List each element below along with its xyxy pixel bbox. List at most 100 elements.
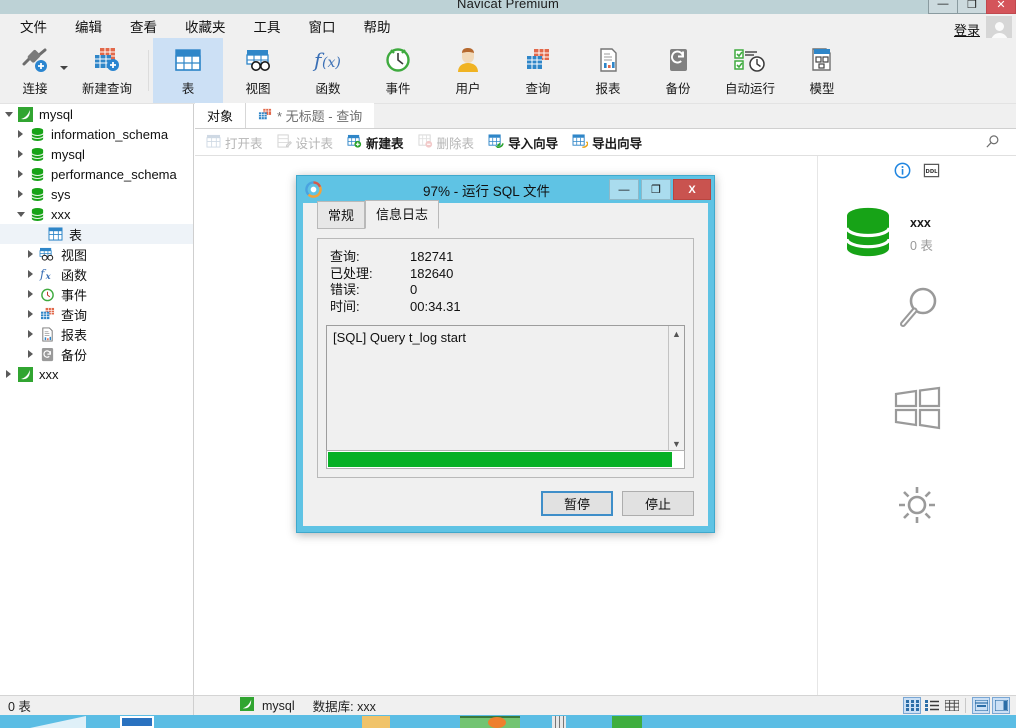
tree-item-xxx-db[interactable]: xxx (0, 204, 193, 224)
taskbar-item-pipes[interactable] (552, 716, 566, 728)
taskbar-item-app1[interactable] (120, 716, 154, 728)
info-icon[interactable] (894, 162, 911, 184)
toolbar-query[interactable]: 查询 (503, 38, 573, 103)
statusbar-connection-info: mysql 数据库: xxx (194, 696, 901, 716)
taskbar-item-app3[interactable] (612, 716, 642, 728)
toolbar-view[interactable]: 视图 (223, 38, 293, 103)
connection-tree[interactable]: mysql information_schema mysql performan… (0, 104, 194, 695)
tree-item-reports[interactable]: 报表 (0, 324, 193, 344)
dialog-tab-general[interactable]: 常规 (317, 201, 366, 229)
taskbar-item-app2[interactable] (362, 716, 390, 728)
search-charm-icon[interactable] (890, 282, 944, 341)
toolbar-connection[interactable]: 连接 (0, 38, 70, 103)
window-minimize-button[interactable]: — (928, 0, 958, 14)
toolbar-user[interactable]: 用户 (433, 38, 503, 103)
twisty-right-icon[interactable] (24, 330, 37, 338)
dialog-close-button[interactable]: X (673, 179, 711, 200)
os-taskbar[interactable] (0, 715, 1016, 728)
scroll-up-icon[interactable]: ▲ (669, 326, 684, 342)
login-link[interactable]: 登录 (954, 20, 980, 39)
tree-item-views[interactable]: 视图 (0, 244, 193, 264)
form-view-icon[interactable] (972, 697, 990, 714)
toolbar-table[interactable]: 表 (153, 38, 223, 103)
export-wizard-button[interactable]: 导出向导 (565, 131, 649, 154)
statusbar-divider (965, 698, 966, 713)
menu-file[interactable]: 文件 (6, 14, 61, 38)
run-sql-file-dialog: 97% - 运行 SQL 文件 — ❐ X 常规 信息日志 查询: 182741 (296, 175, 715, 533)
tab-objects[interactable]: 对象 (195, 103, 247, 128)
twisty-right-icon[interactable] (2, 370, 15, 378)
tree-item-information-schema[interactable]: information_schema (0, 124, 193, 144)
twisty-right-icon[interactable] (24, 350, 37, 358)
tree-item-connection-mysql[interactable]: mysql (0, 104, 193, 124)
twisty-right-icon[interactable] (14, 150, 27, 158)
tree-item-backups[interactable]: 备份 (0, 344, 193, 364)
split-view-icon[interactable] (992, 697, 1010, 714)
toolbar-new-query[interactable]: 新建查询 (70, 38, 144, 103)
toolbar-automation[interactable]: 自动运行 (713, 38, 787, 103)
window-close-button[interactable]: ✕ (986, 0, 1016, 14)
dialog-log-box[interactable]: [SQL] Query t_log start ▲ ▼ (326, 325, 685, 453)
export-wizard-label: 导出向导 (592, 136, 643, 151)
stat-processed-key: 已处理: (330, 265, 373, 281)
toolbar-function[interactable]: f (x) 函数 (293, 38, 363, 103)
tree-item-events[interactable]: 事件 (0, 284, 193, 304)
twisty-right-icon[interactable] (24, 270, 37, 278)
toolbar-report[interactable]: 报表 (573, 38, 643, 103)
twisty-right-icon[interactable] (24, 250, 37, 258)
menu-help[interactable]: 帮助 (350, 14, 405, 38)
view-icon (243, 45, 273, 75)
toolbar-model[interactable]: 模型 (787, 38, 857, 103)
grid-view-icon[interactable] (903, 697, 921, 714)
tree-item-queries[interactable]: 查询 (0, 304, 193, 324)
taskbar-item-navicat-icon[interactable] (488, 717, 506, 728)
toolbar-backup[interactable]: 备份 (643, 38, 713, 103)
twisty-right-icon[interactable] (24, 310, 37, 318)
menu-favorites[interactable]: 收藏夹 (171, 14, 240, 38)
navicat-window: Navicat Premium — ❐ ✕ 文件 编辑 查看 收藏夹 工具 窗口… (0, 0, 1016, 728)
stop-button[interactable]: 停止 (622, 491, 694, 516)
twisty-right-icon[interactable] (14, 130, 27, 138)
ddl-button[interactable]: DDL (923, 162, 940, 184)
pause-button[interactable]: 暂停 (541, 491, 613, 516)
taskbar-item-explorer[interactable] (30, 716, 86, 728)
tree-item-sys[interactable]: sys (0, 184, 193, 204)
start-charm-icon[interactable] (890, 385, 944, 436)
twisty-down-icon[interactable] (14, 211, 27, 217)
list-view-icon[interactable] (923, 697, 941, 714)
dialog-minimize-button[interactable]: — (609, 179, 639, 200)
log-scrollbar[interactable]: ▲ ▼ (668, 326, 684, 452)
menu-view[interactable]: 查看 (116, 14, 171, 38)
dialog-tab-message-log[interactable]: 信息日志 (365, 200, 440, 229)
detail-view-icon[interactable] (943, 697, 961, 714)
tree-item-tables[interactable]: 表 (0, 224, 193, 244)
tab-untitled-query-label: * 无标题 - 查询 (277, 109, 363, 124)
menu-window[interactable]: 窗口 (295, 14, 350, 38)
tree-item-performance-schema[interactable]: performance_schema (0, 164, 193, 184)
new-query-icon (92, 45, 122, 75)
database-icon (27, 167, 47, 182)
import-wizard-button[interactable]: 导入向导 (481, 131, 565, 154)
twisty-right-icon[interactable] (14, 190, 27, 198)
window-maximize-button[interactable]: ❐ (957, 0, 987, 14)
twisty-right-icon[interactable] (14, 170, 27, 178)
menu-tools[interactable]: 工具 (240, 14, 295, 38)
tree-item-functions[interactable]: fx 函数 (0, 264, 193, 284)
tree-item-connection-xxx[interactable]: xxx (0, 364, 193, 384)
toolbar-event[interactable]: 事件 (363, 38, 433, 103)
chevron-down-icon[interactable] (60, 66, 68, 70)
menu-edit[interactable]: 编辑 (61, 14, 116, 38)
dialog-maximize-button[interactable]: ❐ (641, 179, 671, 200)
settings-charm-icon[interactable] (890, 480, 944, 535)
twisty-right-icon[interactable] (24, 290, 37, 298)
design-table-button[interactable]: 设计表 (270, 131, 341, 154)
table-icon (45, 227, 65, 241)
delete-table-button[interactable]: 删除表 (411, 131, 482, 154)
new-table-button[interactable]: 新建表 (340, 131, 411, 154)
search-icon[interactable] (985, 134, 1000, 154)
dialog-actions: 暂停 停止 (541, 491, 694, 516)
tree-item-mysql-db[interactable]: mysql (0, 144, 193, 164)
tab-untitled-query[interactable]: * 无标题 - 查询 (246, 103, 375, 128)
open-table-button[interactable]: 打开表 (199, 131, 270, 154)
twisty-down-icon[interactable] (2, 111, 15, 117)
